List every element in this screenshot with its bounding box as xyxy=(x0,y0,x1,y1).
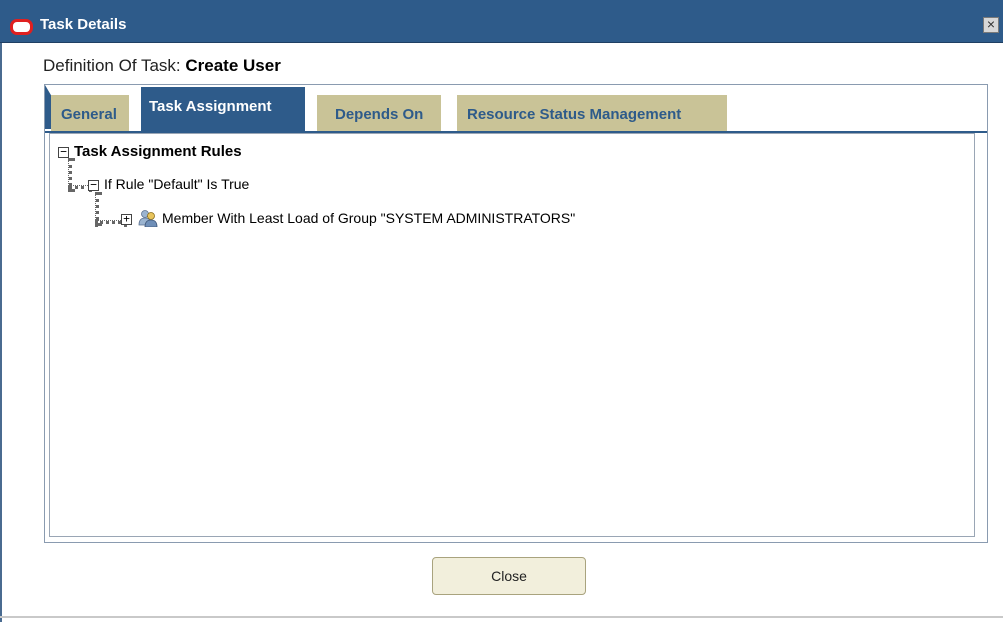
tab-depends-on[interactable]: Depends On xyxy=(317,95,441,131)
oracle-logo-icon xyxy=(10,19,33,35)
task-name: Create User xyxy=(185,56,281,75)
window-left-border xyxy=(0,43,2,622)
close-button[interactable]: Close xyxy=(432,557,586,595)
tab-task-assignment[interactable]: Task Assignment xyxy=(141,87,305,131)
collapse-toggle-rule[interactable]: − xyxy=(88,179,99,191)
assignment-rules-tree: − Task Assignment Rules − If Rule "Defau… xyxy=(49,133,975,537)
expand-toggle-member[interactable]: + xyxy=(121,213,132,225)
tab-resource-status-management[interactable]: Resource Status Management xyxy=(457,95,727,131)
tab-general-label: General xyxy=(61,106,117,123)
task-definition-heading: Definition Of Task: Create User xyxy=(43,56,281,76)
user-group-icon xyxy=(138,210,158,227)
tab-general[interactable]: General xyxy=(51,95,129,131)
definition-label: Definition Of Task: xyxy=(43,56,181,75)
window-bottom-border xyxy=(0,616,1003,618)
tab-task-assignment-label: Task Assignment xyxy=(149,98,272,115)
tab-panel: General Depends On Resource Status Manag… xyxy=(44,84,988,543)
tree-node-root[interactable]: Task Assignment Rules xyxy=(74,143,242,160)
window-title: Task Details xyxy=(40,16,127,33)
tab-strip: General Depends On Resource Status Manag… xyxy=(45,85,987,133)
tab-depends-on-label: Depends On xyxy=(335,106,424,123)
tree-node-member[interactable]: Member With Least Load of Group "SYSTEM … xyxy=(162,210,575,226)
collapse-toggle-root[interactable]: − xyxy=(58,146,69,158)
title-bar: Task Details × xyxy=(0,0,1003,43)
window-close-button[interactable]: × xyxy=(983,17,999,33)
tab-resource-status-label: Resource Status Management xyxy=(467,106,682,123)
tree-node-rule[interactable]: If Rule "Default" Is True xyxy=(104,176,249,192)
